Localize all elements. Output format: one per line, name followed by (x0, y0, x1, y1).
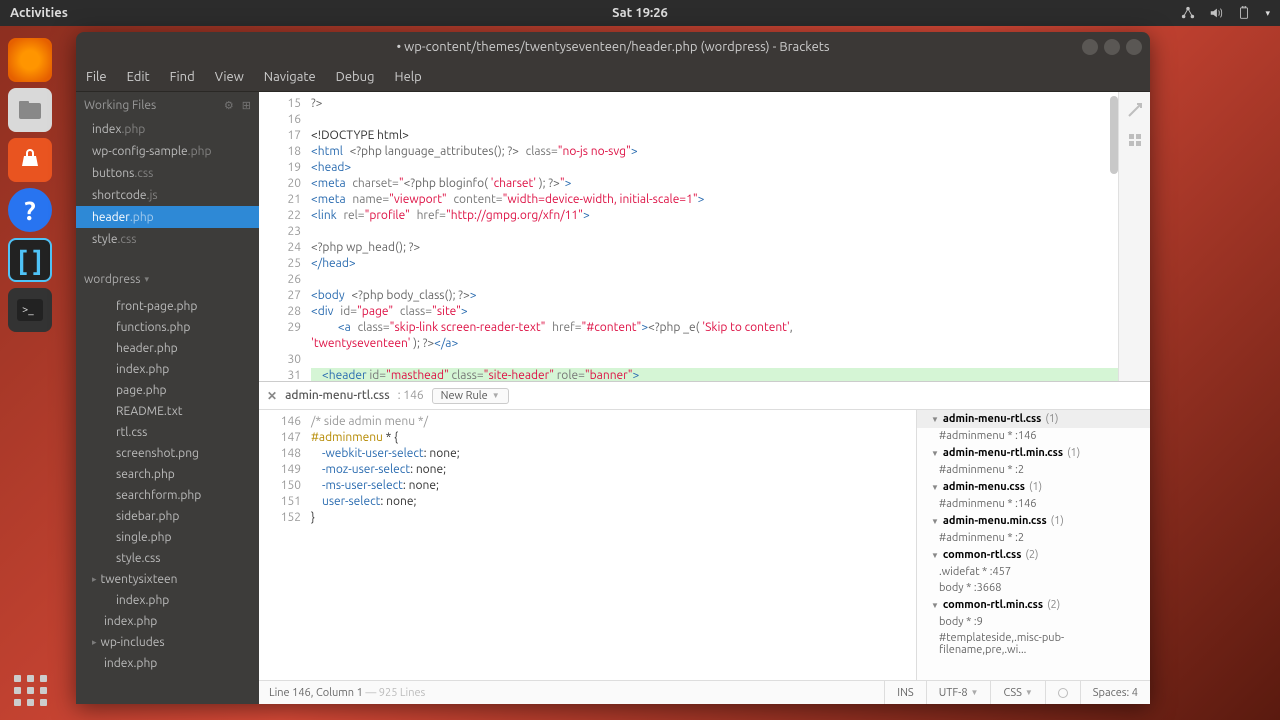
result-match[interactable]: #templateside,.misc-pub-filename,pre,.wi… (917, 630, 1150, 658)
activities-button[interactable]: Activities (10, 6, 68, 20)
tree-item[interactable]: front-page.php (76, 296, 259, 317)
show-apps-icon[interactable] (14, 675, 48, 706)
tree-item[interactable]: functions.php (76, 317, 259, 338)
menu-file[interactable]: File (86, 70, 107, 84)
result-match[interactable]: #adminmenu * :146 (917, 496, 1150, 512)
firefox-icon[interactable] (8, 38, 52, 82)
line-gutter: 1516171819202122232425262728293031 (259, 92, 311, 381)
svg-text:>_: >_ (22, 304, 34, 316)
statusbar: Line 146, Column 1 — 925 Lines INS UTF-8… (259, 680, 1150, 704)
result-file[interactable]: ▼admin-menu.css (1) (917, 478, 1150, 496)
menu-view[interactable]: View (215, 70, 244, 84)
working-file[interactable]: buttons.css (76, 162, 259, 184)
code-editor[interactable]: 1516171819202122232425262728293031 ?> <!… (259, 92, 1150, 382)
network-icon (1181, 6, 1195, 20)
result-match[interactable]: #adminmenu * :146 (917, 428, 1150, 444)
tree-item[interactable]: index.php (76, 653, 259, 674)
tree-item[interactable]: style.css (76, 548, 259, 569)
menubar: File Edit Find View Navigate Debug Help (76, 62, 1150, 92)
result-match[interactable]: .widefat * :457 (917, 564, 1150, 580)
code-area[interactable]: ?> <!DOCTYPE html> <html <?php language_… (311, 92, 1118, 381)
gear-icon[interactable]: ⚙ (224, 99, 234, 112)
right-toolbar (1118, 92, 1150, 381)
working-file[interactable]: wp-config-sample.php (76, 140, 259, 162)
tree-item[interactable]: index.php (76, 590, 259, 611)
encoding[interactable]: UTF-8▼ (926, 681, 991, 705)
battery-icon (1237, 6, 1251, 20)
menu-help[interactable]: Help (395, 70, 422, 84)
panel-filename: admin-menu-rtl.css (285, 389, 390, 402)
tree-item[interactable]: header.php (76, 338, 259, 359)
working-file[interactable]: index.php (76, 118, 259, 140)
brackets-window: • wp-content/themes/twentyseventeen/head… (76, 32, 1150, 704)
insert-mode[interactable]: INS (884, 681, 925, 705)
minimize-button[interactable] (1082, 39, 1098, 55)
close-button[interactable] (1126, 39, 1142, 55)
titlebar[interactable]: • wp-content/themes/twentyseventeen/head… (76, 32, 1150, 62)
tree-item[interactable]: twentysixteen (76, 569, 259, 590)
language[interactable]: CSS▼ (990, 681, 1044, 705)
result-file[interactable]: ▼admin-menu-rtl.css (1) (917, 410, 1150, 428)
tree-item[interactable]: sidebar.php (76, 506, 259, 527)
results-list[interactable]: ▼admin-menu-rtl.css (1)#adminmenu * :146… (916, 410, 1150, 680)
result-file[interactable]: ▼admin-menu.min.css (1) (917, 512, 1150, 530)
tree-item[interactable]: wp-includes (76, 632, 259, 653)
working-file[interactable]: shortcode.js (76, 184, 259, 206)
files-icon[interactable] (8, 88, 52, 132)
sidebar: Working Files ⚙⊞ index.phpwp-config-samp… (76, 92, 259, 704)
working-file[interactable]: header.php (76, 206, 259, 228)
menu-navigate[interactable]: Navigate (264, 70, 316, 84)
brackets-icon[interactable]: [ ] (8, 238, 52, 282)
gnome-topbar: Activities Sat 19:26 ▾ (0, 0, 1280, 26)
window-title: • wp-content/themes/twentyseventeen/head… (396, 40, 829, 54)
working-files-header[interactable]: Working Files ⚙⊞ (76, 92, 259, 118)
tree-item[interactable]: page.php (76, 380, 259, 401)
power-icon: ▾ (1265, 8, 1270, 19)
tree-item[interactable]: index.php (76, 359, 259, 380)
close-panel-icon[interactable]: ✕ (267, 389, 277, 403)
project-dropdown[interactable]: wordpress▾ (76, 268, 259, 290)
result-match[interactable]: body * :9 (917, 614, 1150, 630)
tree-item[interactable]: index.php (76, 611, 259, 632)
tree-item[interactable]: rtl.css (76, 422, 259, 443)
tree-item[interactable]: screenshot.png (76, 443, 259, 464)
result-file[interactable]: ▼common-rtl.css (2) (917, 546, 1150, 564)
system-tray[interactable]: ▾ (1181, 6, 1270, 20)
live-preview-icon[interactable] (1127, 102, 1143, 118)
scrollbar[interactable] (1110, 96, 1118, 174)
menu-edit[interactable]: Edit (127, 70, 150, 84)
indent[interactable]: Spaces: 4 (1080, 681, 1150, 705)
quick-edit-code[interactable]: 146147148149150151152 /* side admin menu… (259, 410, 916, 680)
lint-status[interactable] (1045, 681, 1080, 705)
cursor-position[interactable]: Line 146, Column 1 (269, 687, 363, 699)
result-file[interactable]: ▼admin-menu-rtl.min.css (1) (917, 444, 1150, 462)
tree-item[interactable]: searchform.php (76, 485, 259, 506)
clock[interactable]: Sat 19:26 (612, 6, 668, 20)
result-match[interactable]: body * :3668 (917, 580, 1150, 596)
result-file[interactable]: ▼common-rtl.min.css (2) (917, 596, 1150, 614)
help-icon[interactable]: ? (8, 188, 52, 232)
extensions-icon[interactable] (1127, 132, 1143, 148)
tree-item[interactable]: single.php (76, 527, 259, 548)
terminal-icon[interactable]: >_ (8, 288, 52, 332)
result-match[interactable]: #adminmenu * :2 (917, 462, 1150, 478)
tree-item[interactable]: search.php (76, 464, 259, 485)
split-icon[interactable]: ⊞ (242, 99, 251, 112)
result-match[interactable]: #adminmenu * :2 (917, 530, 1150, 546)
ubuntu-dock: ? [ ] >_ (0, 26, 60, 720)
tree-item[interactable]: README.txt (76, 401, 259, 422)
working-file[interactable]: style.css (76, 228, 259, 250)
software-icon[interactable] (8, 138, 52, 182)
maximize-button[interactable] (1104, 39, 1120, 55)
new-rule-button[interactable]: New Rule▼ (432, 388, 509, 404)
quick-edit-header: ✕ admin-menu-rtl.css: 146 New Rule▼ (259, 382, 1150, 410)
menu-find[interactable]: Find (170, 70, 195, 84)
menu-debug[interactable]: Debug (336, 70, 375, 84)
volume-icon (1209, 6, 1223, 20)
